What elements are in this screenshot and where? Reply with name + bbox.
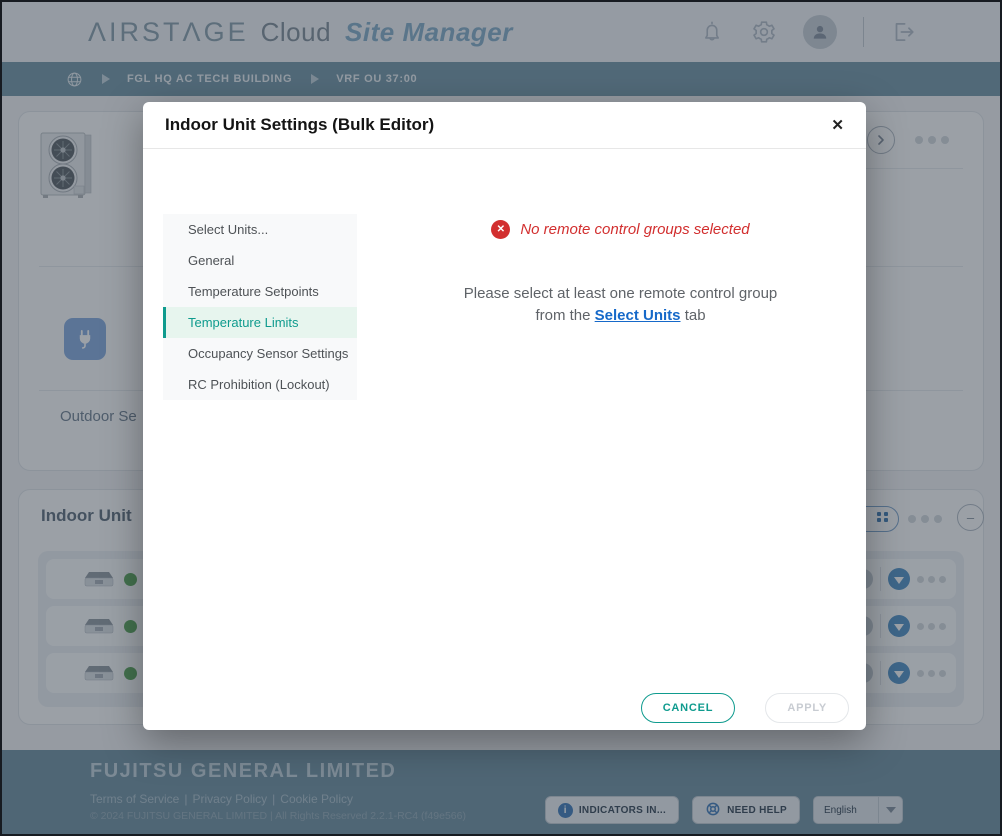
cancel-button[interactable]: CANCEL (641, 693, 736, 723)
error-message: No remote control groups selected (520, 221, 749, 238)
modal-tab-list: Select Units... General Temperature Setp… (163, 214, 357, 400)
tab-select-units[interactable]: Select Units... (163, 214, 357, 245)
tab-occupancy-sensor-settings[interactable]: Occupancy Sensor Settings (163, 338, 357, 369)
modal-header: Indoor Unit Settings (Bulk Editor) ✕ (143, 102, 866, 149)
tab-temperature-setpoints[interactable]: Temperature Setpoints (163, 276, 357, 307)
modal-body: ✕ No remote control groups selected Plea… (375, 214, 866, 327)
error-banner: ✕ No remote control groups selected (491, 220, 749, 239)
tab-temperature-limits[interactable]: Temperature Limits (163, 307, 357, 338)
apply-button[interactable]: APPLY (765, 693, 849, 723)
tab-general[interactable]: General (163, 245, 357, 276)
close-icon[interactable]: ✕ (831, 116, 844, 134)
error-icon: ✕ (491, 220, 510, 239)
modal-footer: CANCEL APPLY (641, 693, 849, 723)
app-screen: ΛIRSTΛGE Cloud Site Manager (0, 0, 1002, 836)
modal-title: Indoor Unit Settings (Bulk Editor) (165, 115, 434, 135)
tab-rc-prohibition[interactable]: RC Prohibition (Lockout) (163, 369, 357, 400)
select-units-link[interactable]: Select Units (595, 307, 681, 324)
help-text-after: tab (685, 307, 706, 324)
help-text: Please select at least one remote contro… (456, 283, 786, 327)
bulk-editor-modal: Indoor Unit Settings (Bulk Editor) ✕ Sel… (143, 102, 866, 730)
